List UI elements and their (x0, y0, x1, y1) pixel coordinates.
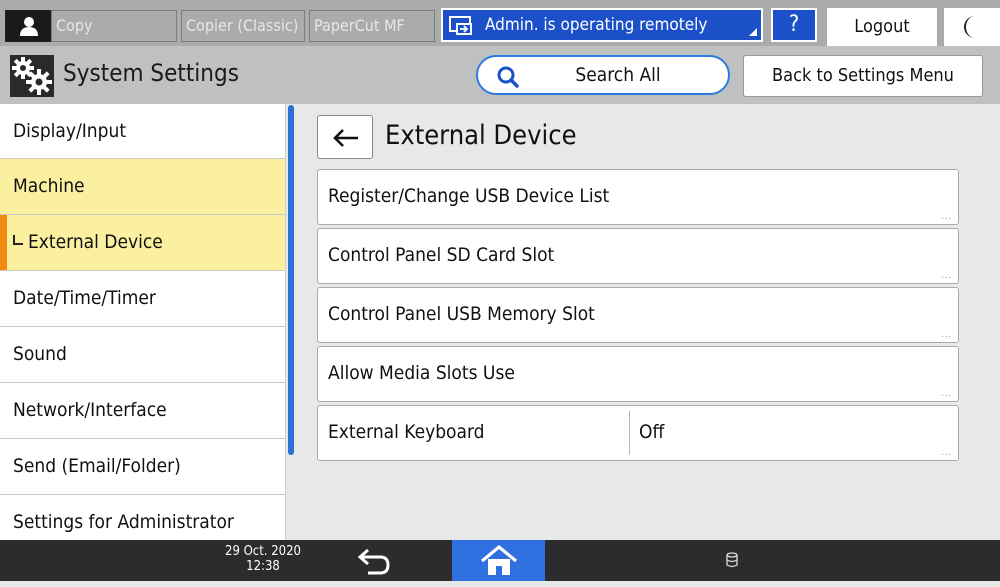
clock: 29 Oct. 2020 12:38 (218, 544, 308, 574)
setting-row-allow-media-slots-use[interactable]: Allow Media Slots Use ... (317, 346, 959, 402)
logout-button[interactable]: Logout (827, 8, 937, 46)
setting-row-usb-memory-slot[interactable]: Control Panel USB Memory Slot ... (317, 287, 959, 343)
sidebar-item-network-interface[interactable]: Network/Interface (0, 383, 285, 439)
return-arrow-icon (357, 548, 390, 575)
more-indicator: ... (941, 212, 952, 222)
date-text: 29 Oct. 2020 (225, 544, 301, 559)
more-indicator: ... (941, 271, 952, 281)
sidebar-item-send-email-folder[interactable]: Send (Email/Folder) (0, 439, 285, 495)
remote-status-text: Admin. is operating remotely (485, 15, 708, 35)
sidebar-item-label: Settings for Administrator (13, 511, 234, 533)
sidebar-item-label: Date/Time/Timer (13, 287, 156, 309)
remote-operation-status[interactable]: Admin. is operating remotely (441, 8, 763, 42)
setting-value: Off (639, 421, 665, 443)
search-all-button[interactable]: Search All (476, 55, 730, 95)
more-indicator: ... (941, 330, 952, 340)
tab-copier-classic[interactable]: Copier (Classic) (181, 10, 305, 42)
back-button[interactable] (317, 115, 373, 159)
settings-content: External Device Register/Change USB Devi… (296, 104, 1000, 540)
arrow-left-icon (333, 129, 358, 147)
moon-icon (964, 16, 975, 38)
setting-label: External Keyboard (328, 421, 485, 443)
bottom-bar: 29 Oct. 2020 12:38 (0, 540, 1000, 587)
sidebar-item-label: Machine (13, 175, 85, 197)
storage-status-icon (726, 552, 738, 572)
settings-header: System Settings Search All Back to Setti… (0, 46, 1000, 104)
sidebar-scrollbar[interactable] (288, 105, 294, 455)
top-bar: Copy Copier (Classic) PaperCut MF Admin.… (0, 0, 1000, 46)
setting-row-external-keyboard[interactable]: External Keyboard Off ... (317, 405, 959, 461)
setting-label: Control Panel SD Card Slot (328, 244, 555, 266)
search-all-label: Search All (575, 64, 661, 86)
sidebar-item-settings-for-administrator[interactable]: Settings for Administrator (0, 495, 285, 540)
bottom-strip (0, 581, 1000, 587)
sidebar-item-label: Network/Interface (13, 399, 167, 421)
selection-indicator (0, 215, 7, 270)
return-button[interactable] (354, 548, 394, 580)
page-title: System Settings (63, 59, 239, 87)
user-icon (20, 17, 38, 36)
setting-row-register-usb-device-list[interactable]: Register/Change USB Device List ... (317, 169, 959, 225)
help-button[interactable]: ? (771, 8, 817, 42)
tab-copy[interactable]: Copy (51, 10, 177, 42)
sidebar-item-display-input[interactable]: Display/Input (0, 104, 285, 159)
time-text: 12:38 (246, 559, 280, 574)
sidebar-item-label: Sound (13, 343, 67, 365)
sidebar-item-date-time-timer[interactable]: Date/Time/Timer (0, 271, 285, 327)
settings-sidebar: Display/Input Machine External Device Da… (0, 104, 286, 540)
energy-saver-button[interactable] (944, 8, 1000, 46)
more-indicator: ... (941, 389, 952, 399)
sidebar-item-label: Send (Email/Folder) (13, 455, 181, 477)
sidebar-item-sound[interactable]: Sound (0, 327, 285, 383)
expand-corner-icon (749, 28, 757, 36)
sidebar-item-machine[interactable]: Machine (0, 159, 285, 215)
sidebar-item-label: External Device (28, 231, 163, 253)
back-to-settings-menu-button[interactable]: Back to Settings Menu (743, 55, 983, 97)
sidebar-item-external-device[interactable]: External Device (0, 215, 285, 271)
user-button[interactable] (5, 10, 51, 42)
home-icon (480, 545, 518, 575)
tab-papercut-mf[interactable]: PaperCut MF (309, 10, 435, 42)
remote-screen-icon (449, 16, 472, 35)
value-divider (629, 411, 630, 455)
setting-label: Control Panel USB Memory Slot (328, 303, 595, 325)
setting-label: Allow Media Slots Use (328, 362, 515, 384)
setting-label: Register/Change USB Device List (328, 185, 610, 207)
section-title: External Device (385, 120, 577, 151)
settings-app-icon (10, 55, 54, 97)
sidebar-item-label: Display/Input (13, 120, 127, 142)
setting-row-sd-card-slot[interactable]: Control Panel SD Card Slot ... (317, 228, 959, 284)
more-indicator: ... (941, 448, 952, 458)
home-button[interactable] (452, 540, 545, 581)
sub-item-icon (13, 234, 23, 245)
gears-icon (12, 57, 52, 95)
